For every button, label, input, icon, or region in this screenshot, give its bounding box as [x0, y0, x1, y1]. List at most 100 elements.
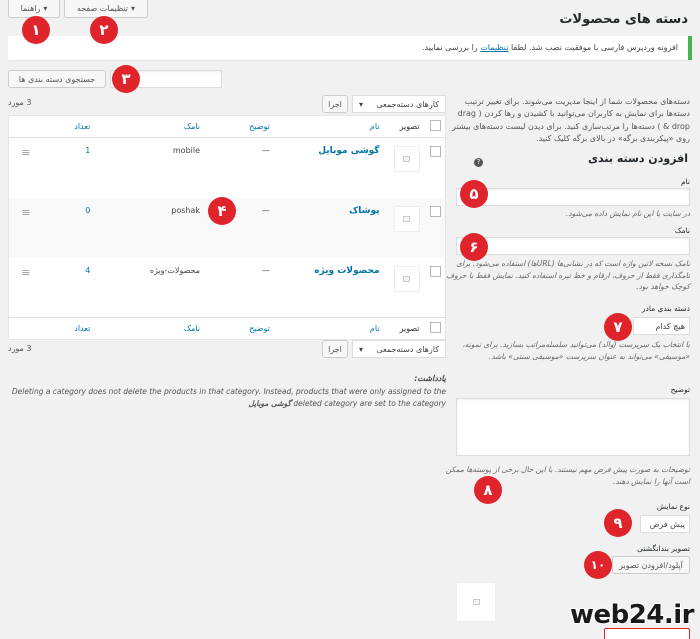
drag-handle-icon[interactable]: ≡	[21, 146, 30, 159]
category-description: —	[261, 146, 270, 155]
image-placeholder-icon	[403, 156, 411, 162]
select-all-checkbox-bottom[interactable]	[430, 322, 441, 333]
marker-8: ۸	[474, 476, 502, 504]
page-title: دسته های محصولات	[559, 12, 688, 27]
col-name[interactable]: نام	[273, 115, 384, 138]
notice-text-before: افزونه وردپرس فارسی با موفقیت نصب شد. لط…	[510, 43, 678, 52]
row-checkbox[interactable]	[430, 146, 441, 157]
category-description: —	[261, 265, 270, 275]
col-name-footer[interactable]: نام	[273, 317, 384, 340]
settings-link[interactable]: تنظیمات	[480, 43, 508, 52]
bulk-apply-button-top[interactable]: اجرا	[322, 95, 348, 113]
category-count-link[interactable]: 1	[85, 146, 90, 155]
category-slug: mobile	[172, 146, 201, 155]
marker-5: ۵	[460, 180, 488, 208]
category-name-link[interactable]: پوشاک	[349, 206, 379, 216]
notice-text-after: را بررسی نمایید.	[421, 43, 478, 52]
note-text: Deleting a category does not delete the …	[10, 386, 446, 410]
note-line-1: Deleting a category does not delete the …	[11, 387, 446, 396]
parent-value: هیچ کدام	[655, 321, 685, 331]
parent-select[interactable]: هیچ کدام	[633, 317, 690, 335]
note-line-2: deleted category are set to the category	[293, 399, 446, 408]
upload-image-label: آپلود/افزودن تصویر	[619, 560, 683, 570]
col-count[interactable]: تعداد	[34, 115, 95, 138]
name-input[interactable]	[456, 188, 690, 206]
caret-down-icon: ▾	[43, 4, 48, 13]
marker-6: ۶	[460, 233, 488, 261]
marker-1: ۱	[22, 16, 50, 44]
bulk-select-value: کارهای دسته‌جمعی	[376, 99, 439, 109]
screen-options-label: تنظیمات صفحه	[76, 4, 129, 13]
name-label: نام	[680, 177, 690, 186]
col-slug[interactable]: نامک	[94, 115, 205, 138]
category-count-link[interactable]: 0	[85, 206, 90, 215]
category-thumbnail	[393, 265, 420, 292]
search-button-label: جستجوی دسته بندی ها	[18, 74, 96, 84]
caret-down-icon: ▾	[359, 99, 364, 109]
caret-down-icon: ▾	[359, 344, 364, 354]
caret-down-icon: ▾	[131, 4, 136, 13]
upload-image-button[interactable]: آپلود/افزودن تصویر	[612, 556, 690, 574]
bulk-action-select-top[interactable]: کارهای دسته‌جمعی ▾	[352, 95, 446, 113]
note-title: یادداشت:	[414, 374, 446, 383]
row-checkbox[interactable]	[430, 265, 441, 277]
search-categories-button[interactable]: جستجوی دسته بندی ها	[8, 70, 106, 88]
table-header: تصویر نام توضیح نامک تعداد	[8, 115, 446, 138]
intro-description: دسته‌های محصولات شما از اینجا مدیریت می‌…	[452, 97, 690, 144]
row-checkbox[interactable]	[430, 205, 441, 217]
category-slug: محصولات-ویژه	[149, 265, 201, 275]
thumbnail-preview	[456, 582, 496, 622]
col-slug-footer[interactable]: نامک	[94, 317, 205, 340]
slug-hint: نامک نسخه لاتین واژه است که در نشانی‌ها …	[446, 259, 690, 292]
image-placeholder-icon	[403, 215, 411, 222]
parent-hint: با انتخاب یک سرپرست (والد) می‌توانید سلس…	[462, 340, 690, 361]
category-name-link[interactable]: محصولات ویژه	[314, 266, 379, 276]
marker-10: ۱۰	[584, 551, 612, 579]
category-name-link[interactable]: گوشی موبایل	[318, 146, 379, 156]
marker-2: ۲	[90, 16, 118, 44]
category-thumbnail	[393, 146, 420, 172]
marker-4: ۴	[208, 197, 236, 225]
items-count-bottom: 3 مورد	[8, 344, 32, 353]
help-icon[interactable]: ?	[474, 158, 483, 167]
bulk-apply-button-bottom[interactable]: اجرا	[322, 340, 348, 358]
table-footer: تصویر نام توضیح نامک تعداد	[8, 317, 446, 340]
category-thumbnail	[393, 205, 420, 232]
categories-table: تصویر نام توضیح نامک تعداد ? گوشی موبایل…	[8, 115, 483, 340]
col-description[interactable]: توضیح	[204, 115, 274, 138]
drag-handle-icon[interactable]: ≡	[21, 266, 30, 279]
col-image-footer: تصویر	[383, 317, 424, 340]
description-label: توضیح	[670, 385, 690, 394]
display-type-label: نوع نمایش	[656, 502, 690, 511]
col-count-footer[interactable]: تعداد	[34, 317, 95, 340]
slug-label: نامک	[674, 226, 690, 235]
drag-handle-icon[interactable]: ≡	[21, 206, 30, 219]
thumbnail-label: تصویر بندانگشتی	[637, 544, 690, 553]
add-category-heading: افزودن دسته بندی	[587, 152, 688, 165]
items-count-top: 3 مورد	[8, 98, 32, 107]
marker-7: ۷	[604, 313, 632, 341]
category-slug: poshak	[94, 197, 205, 258]
table-row: ? گوشی موبایل — mobile 1 ≡	[9, 138, 483, 198]
note-default-category: گوشی موبایل	[248, 399, 292, 408]
category-count-link[interactable]: 4	[85, 266, 90, 275]
apply-label: اجرا	[328, 99, 342, 109]
table-row: محصولات ویژه — محصولات-ویژه 4 ≡	[9, 258, 446, 318]
image-placeholder-icon	[472, 599, 480, 605]
select-all-checkbox[interactable]	[430, 120, 441, 131]
apply-label: اجرا	[328, 344, 342, 354]
marker-9: ۹	[604, 509, 632, 537]
slug-input[interactable]	[456, 237, 690, 255]
marker-3: ۳	[112, 65, 140, 93]
help-tab-label: راهنما	[20, 4, 41, 13]
parent-label: دسته بندی مادر	[641, 304, 690, 313]
col-image: تصویر	[383, 115, 424, 138]
description-textarea[interactable]	[456, 398, 690, 456]
col-description-footer[interactable]: توضیح	[204, 317, 274, 340]
display-type-select[interactable]: پیش فرض	[640, 515, 690, 533]
watermark-logo: web24.ir	[569, 600, 695, 630]
bulk-select-value: کارهای دسته‌جمعی	[376, 344, 439, 354]
image-placeholder-icon	[403, 275, 411, 282]
bulk-action-select-bottom[interactable]: کارهای دسته‌جمعی ▾	[352, 340, 446, 358]
name-hint: در سایت با این نام نمایش داده می‌شود.	[565, 209, 690, 218]
